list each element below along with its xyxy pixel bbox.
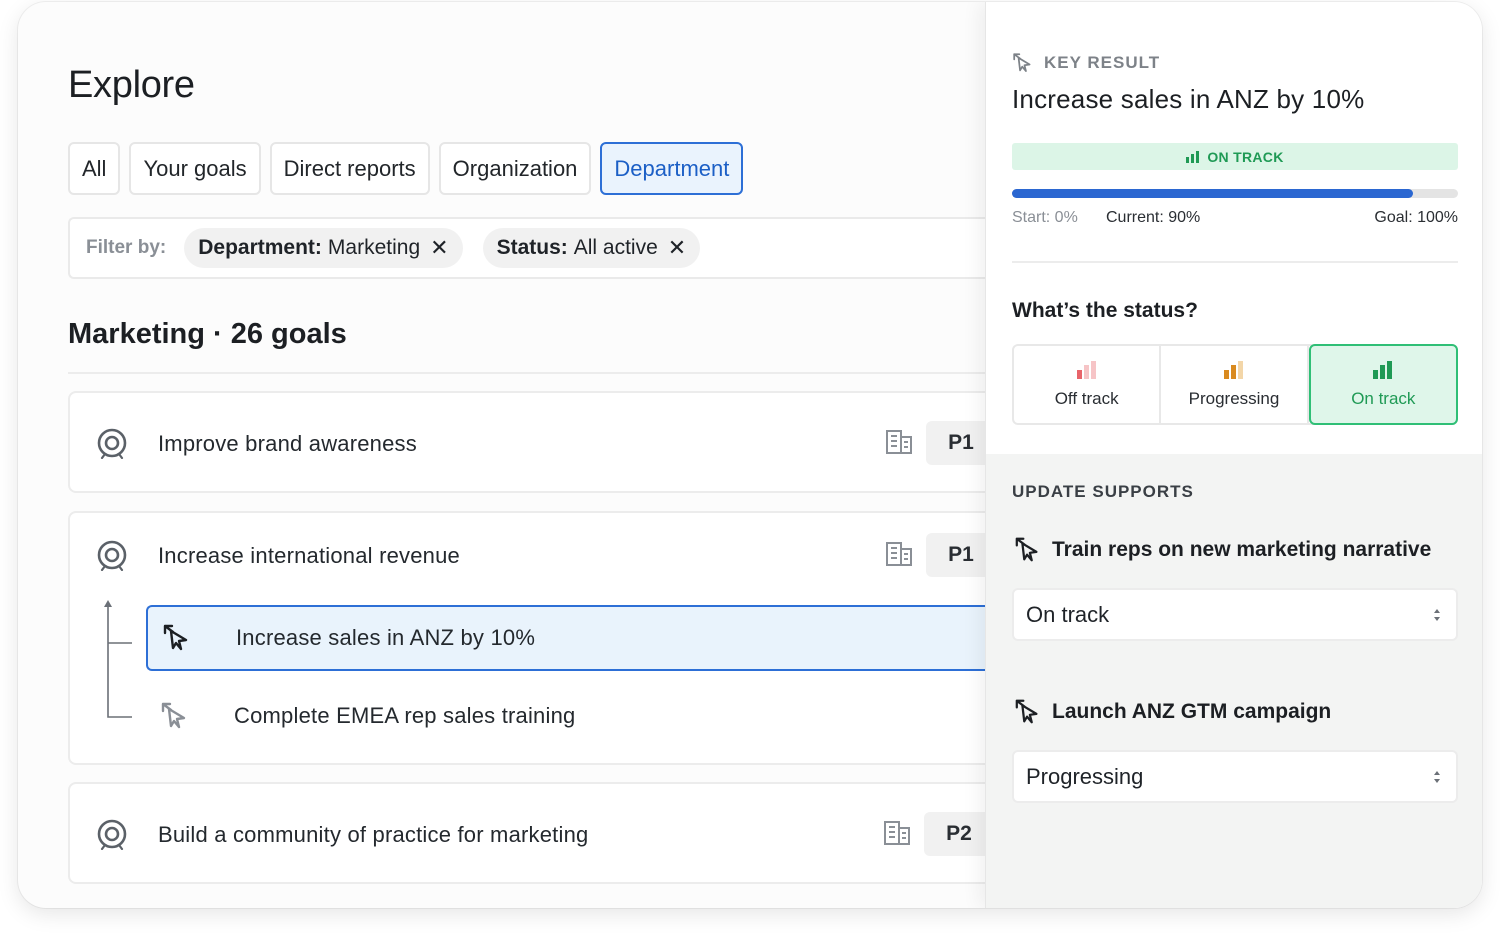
support-item-header: Train reps on new marketing narrative [1014, 536, 1431, 564]
hierarchy-connector [104, 600, 132, 718]
select-caret-icon [1434, 609, 1440, 621]
panel-eyebrow: KEY RESULT [1012, 52, 1160, 74]
key-result-icon [161, 702, 186, 729]
status-banner: ON TRACK [1012, 143, 1458, 170]
filter-bar: Filter by: Department: Marketing ✕ Statu… [68, 217, 1008, 279]
progress-start: Start: 0% [1012, 209, 1078, 226]
status-banner-label: ON TRACK [1207, 148, 1284, 165]
progress-fill [1012, 189, 1414, 198]
target-icon [97, 819, 127, 850]
update-supports-section [986, 454, 1482, 908]
goal-row[interactable]: Build a community of practice for market… [70, 784, 1010, 884]
tab-department[interactable]: Department [600, 142, 744, 195]
goal-row[interactable]: Increase international revenue P1 [70, 505, 1010, 605]
support-status-select[interactable]: Progressing [1012, 750, 1458, 803]
filter-label: Filter by: [86, 237, 167, 258]
progressing-bars-icon [1223, 360, 1243, 379]
target-icon [97, 540, 127, 571]
scope-tabs: All Your goals Direct reports Organizati… [68, 142, 744, 195]
status-option-label: On track [1351, 388, 1416, 408]
panel-title: Increase sales in ANZ by 10% [1012, 84, 1365, 114]
building-icon [884, 821, 910, 845]
key-result-row[interactable]: Complete EMEA rep sales training [146, 683, 1006, 749]
progress-goal: Goal: 100% [1374, 209, 1458, 226]
status-selector: Off track Progressing On track [1012, 344, 1458, 425]
progress-bar [1012, 189, 1458, 198]
status-question: What’s the status? [1012, 299, 1198, 322]
eyebrow-label: KEY RESULT [1044, 53, 1161, 72]
key-result-icon [163, 624, 188, 651]
support-status-select[interactable]: On track [1012, 588, 1458, 641]
goal-row[interactable]: Improve brand awareness P1 [70, 393, 1010, 493]
support-title: Launch ANZ GTM campaign [1052, 700, 1332, 723]
close-icon[interactable]: ✕ [668, 237, 686, 259]
bar-chart-icon [1186, 150, 1200, 163]
select-value: On track [1026, 601, 1110, 627]
key-result-title: Increase sales in ANZ by 10% [236, 625, 536, 650]
filter-chip-status[interactable]: Status: All active ✕ [482, 228, 701, 268]
status-option-label: Off track [1054, 388, 1119, 408]
goal-title: Build a community of practice for market… [158, 822, 589, 847]
goal-title: Improve brand awareness [158, 431, 417, 456]
status-option-on-track[interactable]: On track [1308, 344, 1458, 425]
chip-key: Status: [496, 236, 568, 259]
tab-all[interactable]: All [68, 142, 121, 195]
goal-card: Improve brand awareness P1 [68, 391, 1008, 493]
progress-current: Current: 90% [1106, 209, 1201, 226]
building-icon [886, 430, 912, 454]
support-title: Train reps on new marketing narrative [1052, 538, 1432, 561]
status-option-progressing[interactable]: Progressing [1161, 346, 1309, 423]
tab-organization[interactable]: Organization [438, 142, 592, 195]
key-result-icon [1015, 699, 1038, 724]
chip-value: All active [573, 236, 658, 259]
update-supports-title: UPDATE SUPPORTS [1012, 482, 1194, 501]
target-icon [97, 428, 127, 459]
divider [1012, 261, 1458, 263]
status-option-off-track[interactable]: Off track [1014, 346, 1162, 423]
tab-direct-reports[interactable]: Direct reports [269, 142, 430, 195]
support-item-header: Launch ANZ GTM campaign [1014, 698, 1331, 726]
chip-key: Department: [198, 236, 322, 259]
key-result-panel: KEY RESULT Increase sales in ANZ by 10% … [985, 2, 1482, 908]
key-result-title: Complete EMEA rep sales training [234, 703, 576, 728]
tab-your-goals[interactable]: Your goals [129, 142, 261, 195]
key-result-icon [1013, 53, 1031, 72]
chip-value: Marketing [327, 236, 421, 259]
goal-card: Build a community of practice for market… [68, 782, 1008, 884]
off-track-bars-icon [1076, 360, 1096, 379]
goal-card: Increase international revenue P1 Increa… [68, 511, 1008, 765]
explore-main: Explore All Your goals Direct reports Or… [18, 2, 1008, 908]
app-window: Explore All Your goals Direct reports Or… [18, 2, 1482, 908]
building-icon [886, 542, 912, 566]
select-caret-icon [1434, 771, 1440, 783]
select-value: Progressing [1026, 763, 1144, 789]
goal-title: Increase international revenue [158, 543, 460, 568]
key-result-row-selected[interactable]: Increase sales in ANZ by 10% [146, 605, 1006, 671]
section-title: Marketing · 26 goals [68, 318, 347, 350]
on-track-bars-icon [1373, 360, 1393, 379]
divider [68, 372, 988, 374]
close-icon[interactable]: ✕ [430, 237, 448, 259]
key-result-icon [1015, 537, 1038, 562]
page-title: Explore [68, 64, 195, 106]
priority-badge: P2 [924, 812, 994, 856]
status-option-label: Progressing [1188, 388, 1280, 408]
filter-chip-department[interactable]: Department: Marketing ✕ [184, 228, 463, 268]
